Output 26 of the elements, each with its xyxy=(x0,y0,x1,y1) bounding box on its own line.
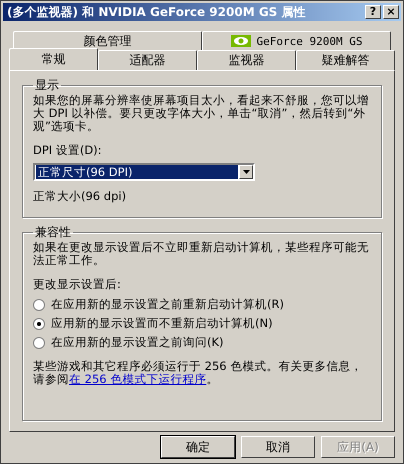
radio-option[interactable]: 应用新的显示设置而不重新启动计算机(N) xyxy=(33,316,371,331)
prompt-label: 更改显示设置后: xyxy=(33,277,122,292)
tab[interactable]: 疑难解答 xyxy=(296,50,395,70)
help-button[interactable]: ? xyxy=(365,5,381,19)
radio-option[interactable]: 在应用新的显示设置之前重新启动计算机(R) xyxy=(33,297,371,312)
close-button[interactable]: × xyxy=(383,5,399,19)
info-text: 某些游戏和其它程序必须运行于 256 色模式。有关更多信息，请参阅在 256 色模式下运行程序。 xyxy=(33,360,364,386)
dpi-dropdown[interactable]: 正常尺寸(96 DPI) xyxy=(33,163,255,181)
radio-button[interactable] xyxy=(33,298,45,310)
description-text: 如果在更改显示设置后不立即重新启动计算机，某些程序可能无法正常工作。 xyxy=(33,241,370,267)
radio-button[interactable] xyxy=(33,318,45,330)
tab[interactable]: 常规 xyxy=(9,48,98,70)
dpi-label: DPI 设置(D): xyxy=(33,143,103,158)
group-title: 兼容性 xyxy=(34,224,72,241)
dialog-button[interactable]: 确定 xyxy=(161,436,235,458)
tab[interactable]: 适配器 xyxy=(98,50,198,70)
window-title: (多个监视器) 和 NVIDIA GeForce 9200M GS 属性 xyxy=(7,4,306,20)
dpi-note: 正常大小(96 dpi) xyxy=(33,189,128,204)
radio-button[interactable] xyxy=(33,336,45,348)
help-link[interactable]: 在 256 色模式下运行程序 xyxy=(69,372,206,386)
description-text: 如果您的屏幕分辨率使屏幕项目太小，看起来不舒服，您可以增大 DPI 以补偿。要只更改字体大小，单击“取消”，然后转到“外观”选项卡。 xyxy=(33,94,370,133)
tab[interactable]: GeForce 9200M GS xyxy=(202,31,391,50)
dialog-button[interactable]: 取消 xyxy=(241,436,315,458)
tab[interactable]: 监视器 xyxy=(197,50,296,70)
group-title: 显示 xyxy=(34,77,60,94)
radio-option[interactable]: 在应用新的显示设置之前询问(K) xyxy=(33,335,371,350)
